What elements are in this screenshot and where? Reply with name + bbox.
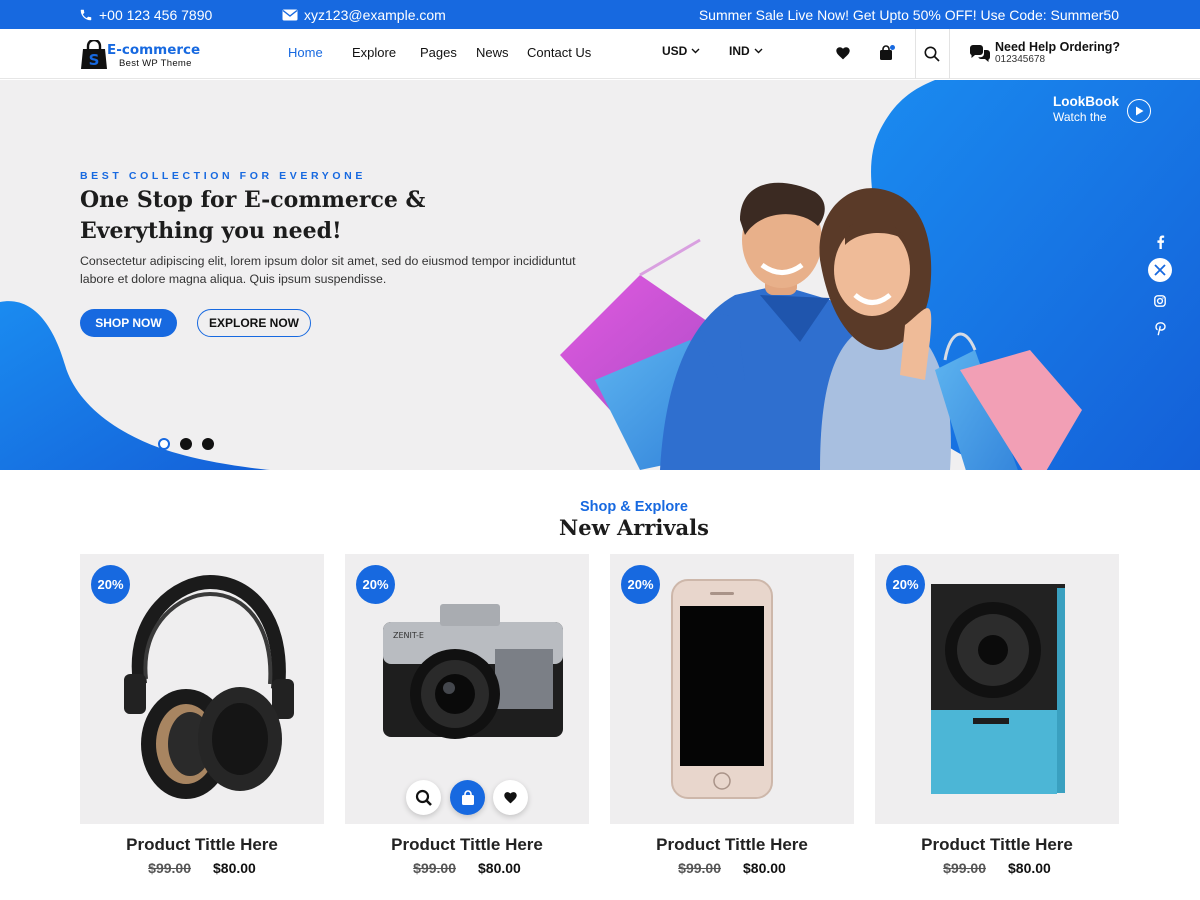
discount-badge: 20% (621, 565, 660, 604)
add-to-wishlist-heart-icon[interactable] (493, 780, 528, 815)
current-price: $80.00 (743, 860, 786, 876)
topbar-email-text: xyz123@example.com (304, 6, 446, 23)
wishlist-heart-icon[interactable] (834, 45, 852, 61)
lookbook-subtitle: Watch the (1053, 110, 1107, 124)
product-title[interactable]: Product Tittle Here (610, 835, 854, 855)
logo-title: E-commerce (107, 42, 201, 58)
chat-bubbles-icon (969, 44, 991, 64)
phone-icon (79, 8, 93, 22)
discount-badge: 20% (886, 565, 925, 604)
product-prices: $99.00 $80.00 (875, 860, 1119, 876)
hero-banner: BEST COLLECTION FOR EVERYONE One Stop fo… (0, 80, 1200, 470)
top-bar: +00 123 456 7890 xyz123@example.com Summ… (0, 0, 1200, 29)
facebook-icon[interactable] (1148, 230, 1172, 254)
help-ordering-title: Need Help Ordering? (995, 40, 1121, 54)
product-card[interactable]: 20% Product Tittle Here $99.00 $80.00 (610, 554, 854, 894)
slider-dot-3[interactable] (202, 438, 214, 450)
add-to-cart-bag-icon[interactable] (450, 780, 485, 815)
quick-view-search-icon[interactable] (406, 780, 441, 815)
product-title[interactable]: Product Tittle Here (875, 835, 1119, 855)
product-prices: $99.00 $80.00 (345, 860, 589, 876)
region-selector[interactable]: IND (729, 44, 763, 58)
product-image-speaker[interactable]: 20% (875, 554, 1119, 824)
nav-explore[interactable]: Explore (352, 45, 396, 60)
main-header: S E-commerce Best WP Theme Home Explore … (0, 29, 1200, 79)
svg-text:ZENIT-E: ZENIT-E (393, 631, 424, 640)
current-price: $80.00 (478, 860, 521, 876)
product-image-camera[interactable]: ZENIT-E 20% (345, 554, 589, 824)
product-title[interactable]: Product Tittle Here (80, 835, 324, 855)
product-prices: $99.00 $80.00 (80, 860, 324, 876)
logo-subtitle: Best WP Theme (119, 58, 192, 69)
old-price: $99.00 (148, 860, 191, 876)
x-twitter-icon[interactable] (1148, 258, 1172, 282)
section-subtitle: Shop & Explore (580, 499, 688, 515)
chevron-down-icon (691, 48, 700, 54)
play-video-icon[interactable] (1127, 99, 1151, 123)
svg-text:S: S (89, 51, 100, 69)
search-icon[interactable] (923, 45, 941, 63)
topbar-phone[interactable]: +00 123 456 7890 (79, 0, 212, 29)
topbar-phone-text: +00 123 456 7890 (99, 6, 213, 23)
product-image-headphones[interactable]: 20% (80, 554, 324, 824)
old-price: $99.00 (678, 860, 721, 876)
header-divider (915, 29, 916, 79)
product-card[interactable]: 20% Product Tittle Here $99.00 $80.00 (80, 554, 324, 894)
nav-home[interactable]: Home (288, 45, 323, 60)
current-price: $80.00 (1008, 860, 1051, 876)
product-card[interactable]: 20% Product Tittle Here $99.00 $80.00 (875, 554, 1119, 894)
nav-contact-us[interactable]: Contact Us (527, 45, 591, 60)
nav-pages[interactable]: Pages (420, 45, 457, 60)
slider-dot-2[interactable] (180, 438, 192, 450)
region-value: IND (729, 44, 750, 58)
currency-selector[interactable]: USD (662, 44, 700, 58)
old-price: $99.00 (413, 860, 456, 876)
hero-headline: One Stop for E-commerce & Everything you… (80, 187, 426, 244)
explore-now-button[interactable]: EXPLORE NOW (197, 309, 311, 337)
old-price: $99.00 (943, 860, 986, 876)
topbar-email[interactable]: xyz123@example.com (282, 0, 446, 29)
section-title: New Arrivals (559, 515, 709, 540)
shopping-bag-logo-icon: S (81, 40, 107, 69)
site-logo[interactable]: S E-commerce Best WP Theme (80, 40, 210, 70)
nav-news[interactable]: News (476, 45, 509, 60)
shop-now-button[interactable]: SHOP NOW (80, 309, 177, 337)
product-card[interactable]: ZENIT-E 20% Product Tittle Here $99.00 $… (345, 554, 589, 894)
lookbook-title[interactable]: LookBook (1053, 94, 1119, 109)
chevron-down-icon (754, 48, 763, 54)
slider-dot-1[interactable] (158, 438, 170, 450)
instagram-icon[interactable] (1148, 289, 1172, 313)
product-title[interactable]: Product Tittle Here (345, 835, 589, 855)
cart-count-dot (890, 45, 895, 50)
current-price: $80.00 (213, 860, 256, 876)
header-divider (949, 29, 950, 79)
currency-value: USD (662, 44, 688, 58)
mail-icon (282, 9, 298, 21)
hero-eyebrow: BEST COLLECTION FOR EVERYONE (80, 170, 366, 182)
product-prices: $99.00 $80.00 (610, 860, 854, 876)
discount-badge: 20% (91, 565, 130, 604)
discount-badge: 20% (356, 565, 395, 604)
hero-description: Consectetur adipiscing elit, lorem ipsum… (80, 254, 576, 286)
promo-text: Summer Sale Live Now! Get Upto 50% OFF! … (698, 6, 1119, 23)
product-image-smartphone[interactable]: 20% (610, 554, 854, 824)
pinterest-icon[interactable] (1148, 317, 1172, 341)
help-phone-number[interactable]: 012345678 (995, 54, 1045, 65)
